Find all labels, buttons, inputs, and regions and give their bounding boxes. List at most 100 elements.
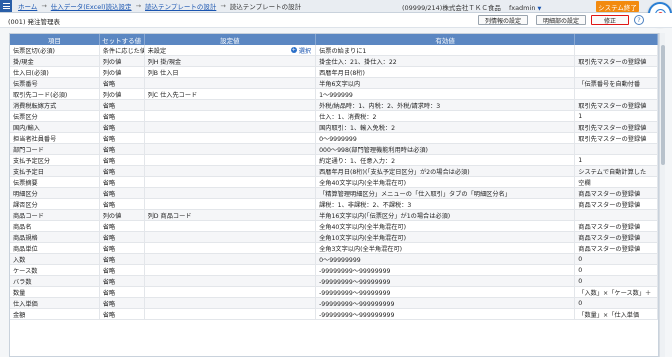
valid-value-cell: 掛金仕入：21、掛仕入：22 [316,56,576,66]
help-icon[interactable]: ? [634,15,644,25]
cell-text: 省略 [102,80,116,88]
company-name: (09999/214)株式会社ＴＫＣ食品 [402,4,501,12]
cell-text: 商品マスターの登録値 [578,234,641,242]
vertical-scrollbar[interactable] [659,33,665,357]
table-row[interactable]: 担当者社員番号 省略 0～9999999 取引先マスターの登録値 [10,133,658,144]
cell-text: 商品単位 [13,245,38,253]
scrollbar-thumb[interactable] [661,45,665,165]
cell-text: 伝票の始まりに1 [319,47,367,55]
table-row[interactable]: 支払予定区分 省略 約定通り：1、任意入力：2 1 [10,155,658,166]
cell-text: 伝票区切(必須) [13,47,55,55]
breadcrumb-level1[interactable]: 仕入データ(Excel)読込設定 [51,1,132,11]
item-name-cell: 商品名 [10,221,100,231]
valid-value-cell: 西暦年月日(8桁)(「支払予定日区分」が2の場合は必須) [316,166,576,176]
table-row[interactable]: 商品コード 列の値 列D 商品コード 半角16文字以内(「伝票区分」が1の場合は必須) [10,210,658,221]
item-name-cell: 商品単位 [10,243,100,253]
detail-settings-button[interactable]: 明細部の設定 [536,15,586,25]
cell-text: 1 [578,112,583,120]
cell-text: 取引先マスターの登録値 [578,135,647,143]
table-row[interactable]: 部門コード 省略 000～998(部門管理機能利用時は必須) [10,144,658,155]
cell-text: -99999999～999999999 [319,300,395,308]
valid-value-cell: -99999999～999999999 [316,309,576,319]
item-name-cell: 取引先コード(必須) [10,89,100,99]
table-row[interactable]: 伝票区分 省略 仕入：1、消費税：2 1 [10,111,658,122]
cell-text: 省略 [102,300,116,308]
table-row[interactable]: 明細区分 省略 「精算管理明細区分」メニューの「仕入取引」タブの「明細区分名」 商品マ… [10,188,658,199]
default-value-cell: 取引先マスターの登録値 [575,133,658,143]
table-row[interactable]: 入数 省略 0～99999999 0 [10,254,658,265]
default-value-cell: 「数量」×「仕入単価 [575,309,658,319]
item-name-cell: 仕入日(必須) [10,67,100,77]
table-row[interactable]: 伝票区切(必須) 条件に応じた値 未設定 + 選択 伝票の始まりに1 [10,45,658,56]
table-row[interactable]: 商品規格 省略 全角10文字以内(全半角混在可) 商品マスターの登録値 [10,232,658,243]
cell-text: 国内取引：1、輸入免税：2 [319,124,396,132]
cell-text: 掛金仕入：21、掛仕入：22 [319,58,397,66]
select-link[interactable]: + 選択 [290,46,311,55]
cell-text: 列の値 [102,212,122,220]
column-header: 項目 [10,34,100,45]
cell-text: 省略 [102,146,116,154]
set-type-cell: 省略 [100,133,145,143]
valid-value-cell: 約定通り：1、任意入力：2 [316,155,576,165]
column-header [575,34,658,45]
table-row[interactable]: 商品単位 省略 全角3文字以内(全半角混在可) 商品マスターの登録値 [10,243,658,254]
item-name-cell: 国内/輸入 [10,122,100,132]
table-row[interactable]: 商品名 省略 全角40文字以内(全半角混在可) 商品マスターの登録値 [10,221,658,232]
table-row[interactable]: 課否区分 省略 課税：1、非課税：2、不課税：3 商品マスターの登録値 [10,199,658,210]
table-row[interactable]: 取引先コード(必須) 列の値 列C 仕入先コード 1～999999 [10,89,658,100]
default-value-cell: 商品マスターの登録値 [575,221,658,231]
setting-value-cell [145,166,317,176]
system-exit-button[interactable]: システム終了 [596,1,639,12]
column-header: 設定値 [145,34,317,45]
column-header: 有効値 [316,34,576,45]
valid-value-cell: 半角6文字以内 [316,78,576,88]
table-row[interactable]: 金額 省略 -99999999～999999999 「数量」×「仕入単価 [10,309,658,320]
item-name-cell: 部門コード [10,144,100,154]
cell-text: 0 [578,266,583,274]
table-row[interactable]: 消費税転嫁方式 省略 外税/納品時：1、内税：2、外税/請求時：3 取引先マスターの登… [10,100,658,111]
table-row[interactable]: 伝票摘要 省略 全角40文字以内(全半角混在可) 空欄 [10,177,658,188]
valid-value-cell: 伝票の始まりに1 [316,45,576,55]
set-type-cell: 省略 [100,199,145,209]
setting-value-cell [145,199,317,209]
default-value-cell: 商品マスターの登録値 [575,188,658,198]
table-row[interactable]: 仕入単価 省略 -99999999～999999999 0 [10,298,658,309]
valid-value-cell: 全角3文字以内(全半角混在可) [316,243,576,253]
cell-text: 空欄 [578,179,591,187]
table-row[interactable]: 伝票番号 省略 半角6文字以内 「伝票番号を自動付番 [10,78,658,89]
set-type-cell: 省略 [100,232,145,242]
setting-value-cell [145,177,317,187]
table-row[interactable]: 国内/輸入 省略 国内取引：1、輸入免税：2 取引先マスターの登録値 [10,122,658,133]
valid-value-cell: 課税：1、非課税：2、不課税：3 [316,199,576,209]
cell-text: 省略 [102,223,116,231]
item-name-cell: 金額 [10,309,100,319]
list-settings-button[interactable]: 列情報の設定 [478,15,528,25]
default-value-cell: 0 [575,254,658,264]
default-value-cell [575,210,658,220]
table-row[interactable]: 支払予定日 省略 西暦年月日(8桁)(「支払予定日区分」が2の場合は必須) システムで… [10,166,658,177]
cell-text: 列H 掛/現金 [147,58,182,66]
table-row[interactable]: 掛/現金 列の値 列H 掛/現金 掛金仕入：21、掛仕入：22 取引先マスターの登録値 [10,56,658,67]
cell-text: 「数量」×「仕入単価 [578,311,640,319]
item-name-cell: ケース数 [10,265,100,275]
breadcrumb-level2[interactable]: 読込テンプレートの設計 [145,1,216,11]
cell-text: 西暦年月日(8桁)(「支払予定日区分」が2の場合は必須) [319,168,470,176]
table-row[interactable]: 仕入日(必須) 列の値 列B 仕入日 西暦年月日(8桁) [10,67,658,78]
table-row[interactable]: ケース数 省略 -99999999～99999999 0 [10,265,658,276]
user-info[interactable]: (09999/214)株式会社ＴＫＣ食品 fxadmin ▼ [402,2,541,12]
cell-text: 全角3文字以内(全半角混在可) [319,245,403,253]
table-row[interactable]: 数量 省略 -99999999～99999999 「入数」×「ケース数」＋ [10,287,658,298]
edit-button[interactable]: 修正 [591,15,629,25]
set-type-cell: 列の値 [100,56,145,66]
cell-text: 省略 [102,102,116,110]
valid-value-cell: 0～9999999 [316,133,576,143]
breadcrumb-home[interactable]: ホーム [18,1,37,11]
item-name-cell: 伝票区分 [10,111,100,121]
setting-value-cell [145,78,317,88]
cell-text: -99999999～99999999 [319,267,391,275]
item-name-cell: 担当者社員番号 [10,133,100,143]
table-row[interactable]: バラ数 省略 -99999999～99999999 0 [10,276,658,287]
hamburger-menu-icon[interactable] [0,0,12,12]
user-name: fxadmin [508,4,536,12]
cell-text: 省略 [102,113,116,121]
